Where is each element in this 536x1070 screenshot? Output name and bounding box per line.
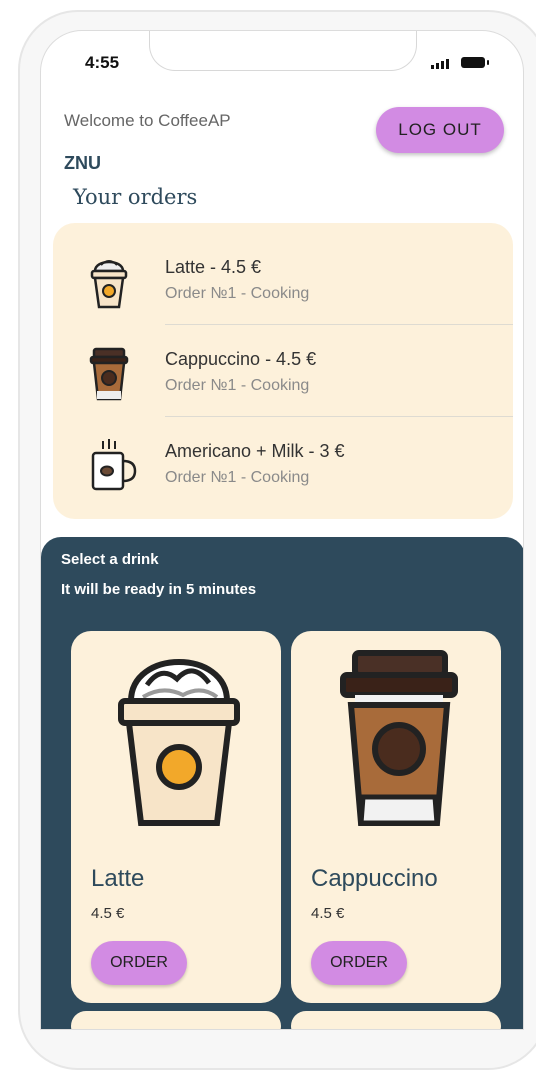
logout-button[interactable]: LOG OUT bbox=[376, 107, 504, 153]
order-item[interactable]: Cappuccino - 4.5 € Order №1 - Cooking bbox=[53, 315, 513, 417]
cappuccino-cup-icon bbox=[89, 347, 129, 401]
order-name: Americano + Milk - 3 € bbox=[165, 441, 345, 461]
order-button[interactable]: ORDER bbox=[91, 941, 187, 985]
orders-title: Your orders bbox=[73, 185, 198, 209]
drink-name: Latte bbox=[91, 865, 145, 892]
drink-price: 4.5 € bbox=[311, 905, 345, 922]
menu-subheading: It will be ready in 5 minutes bbox=[61, 581, 257, 598]
drink-card-partial[interactable] bbox=[291, 1011, 501, 1029]
order-name: Cappuccino - 4.5 € bbox=[165, 349, 317, 369]
order-item[interactable]: Americano + Milk - 3 € Order №1 - Cookin… bbox=[53, 407, 513, 499]
status-time: 4:55 bbox=[85, 53, 120, 72]
order-status: Order №1 - Cooking bbox=[165, 285, 310, 302]
drink-name: Cappuccino bbox=[311, 865, 438, 892]
latte-cup-icon bbox=[90, 260, 128, 309]
battery-icon bbox=[461, 57, 489, 68]
order-button[interactable]: ORDER bbox=[311, 941, 407, 985]
drink-card-latte[interactable]: Latte 4.5 € ORDER bbox=[71, 631, 281, 1003]
username: ZNU bbox=[64, 153, 101, 173]
order-name: Latte - 4.5 € bbox=[165, 257, 262, 277]
app-screen: 4:55 Welcome to CoffeeAP LOG OUT ZNU You… bbox=[40, 30, 524, 1030]
drink-card-partial[interactable] bbox=[71, 1011, 281, 1029]
drink-menu: Select a drink It will be ready in 5 min… bbox=[41, 537, 523, 1029]
americano-mug-icon bbox=[91, 439, 137, 491]
order-item[interactable]: Latte - 4.5 € Order №1 - Cooking bbox=[53, 223, 513, 325]
cappuccino-cup-icon bbox=[340, 650, 458, 826]
device-notch bbox=[149, 31, 417, 71]
order-status: Order №1 - Cooking bbox=[165, 469, 310, 486]
latte-cup-icon bbox=[118, 659, 240, 826]
signal-icon bbox=[431, 59, 449, 69]
orders-list: Latte - 4.5 € Order №1 - Cooking Cappucc… bbox=[53, 223, 513, 519]
menu-heading: Select a drink bbox=[61, 551, 159, 568]
welcome-text: Welcome to CoffeeAP bbox=[64, 111, 231, 130]
drink-price: 4.5 € bbox=[91, 905, 125, 922]
drink-card-cappuccino[interactable]: Cappuccino 4.5 € ORDER bbox=[291, 631, 501, 1003]
order-status: Order №1 - Cooking bbox=[165, 377, 310, 394]
